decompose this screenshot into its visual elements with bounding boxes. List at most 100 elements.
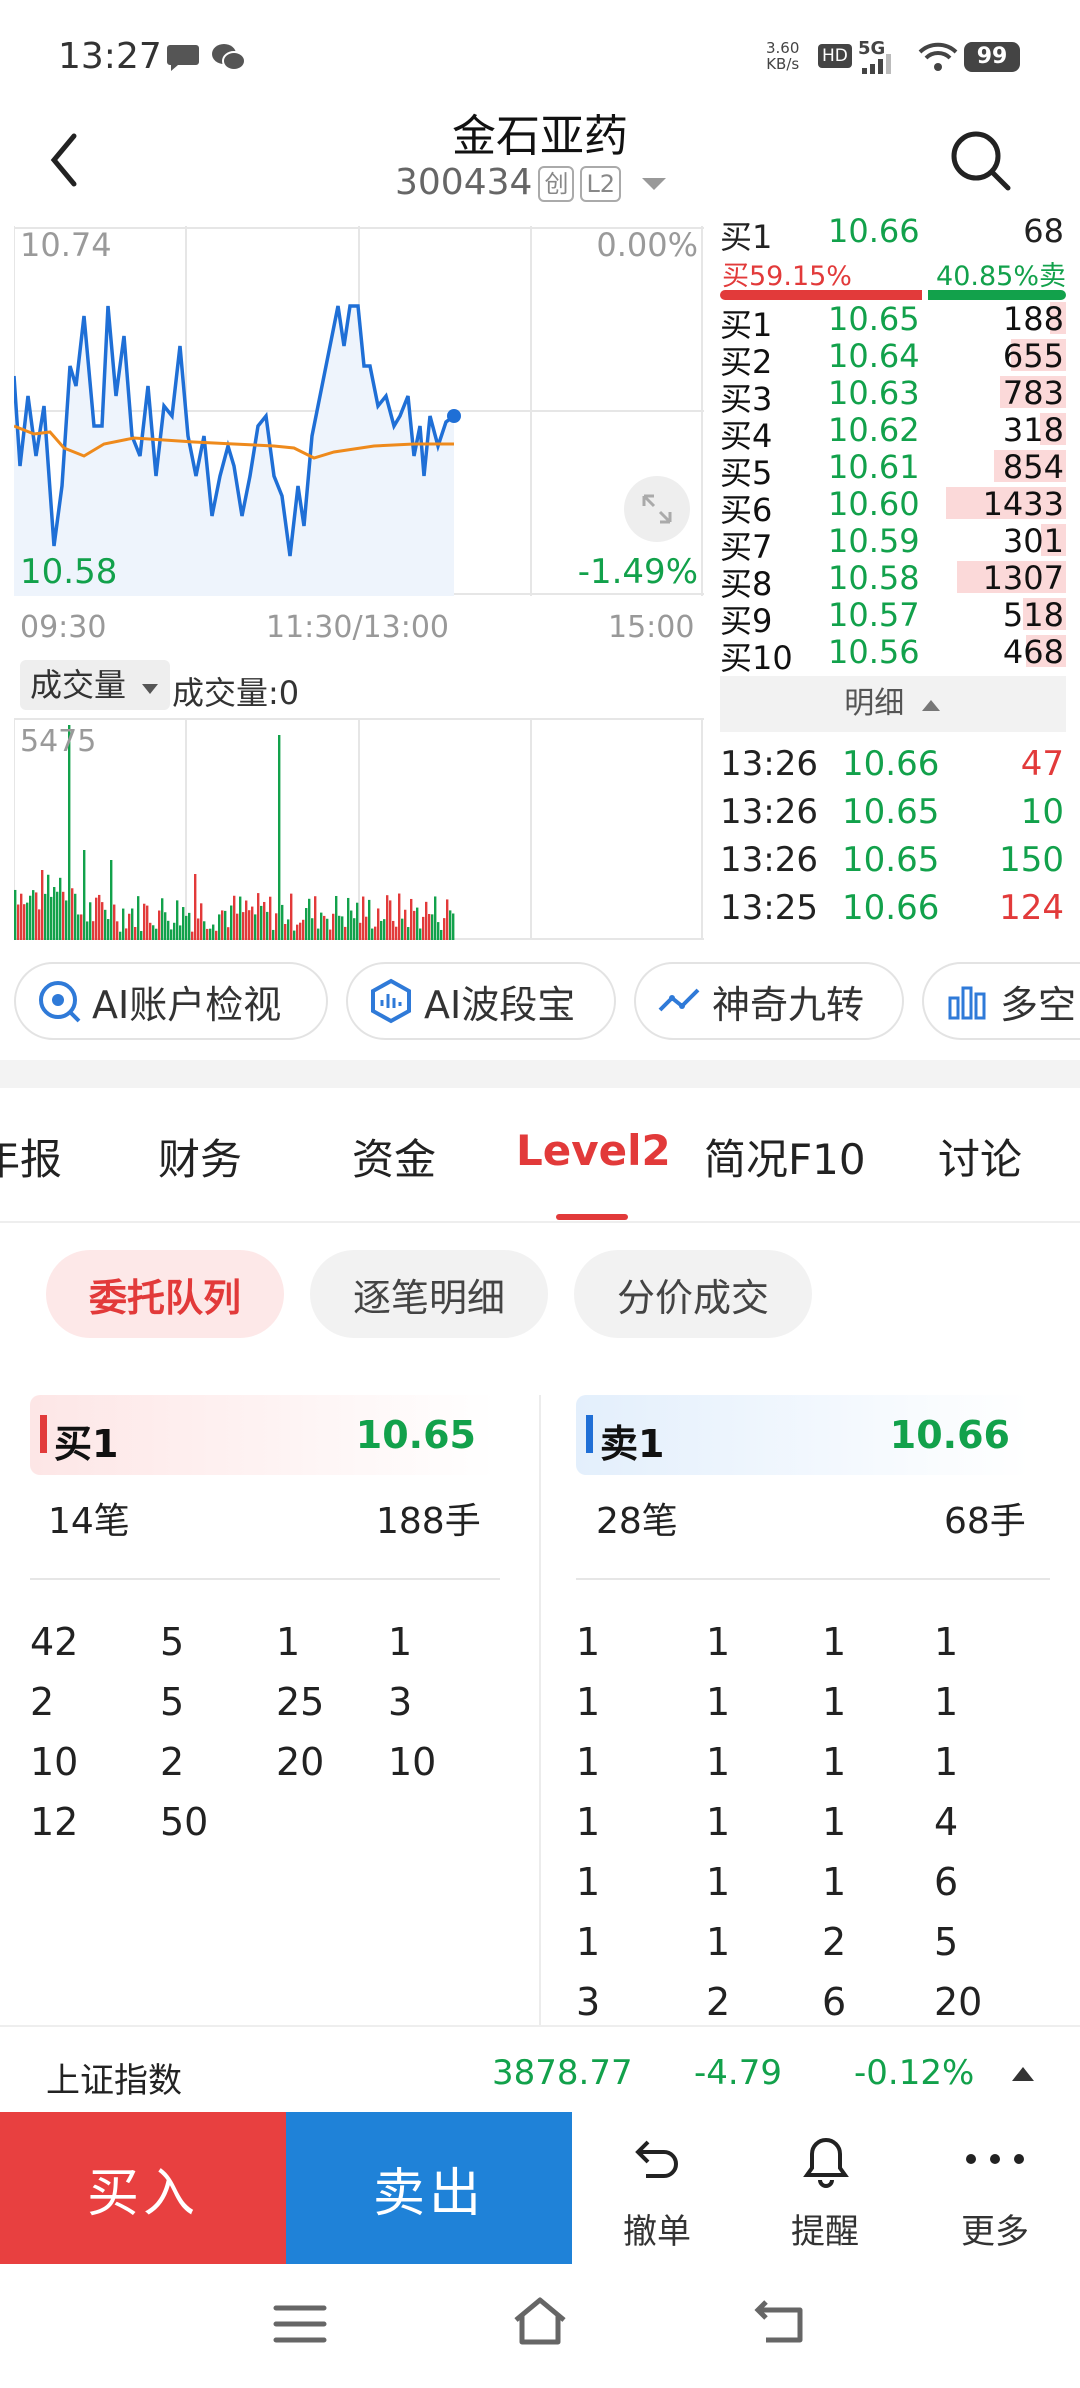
volume-bar: [308, 898, 311, 940]
volume-bar: [452, 913, 455, 940]
intraday-chart[interactable]: 10.74 0.00% 10.58 -1.49%: [12, 226, 704, 596]
tick-row: 13:26 10.66 47: [720, 744, 1068, 788]
buy-divider: [30, 1578, 500, 1580]
tab-capital[interactable]: 资金: [352, 1126, 436, 1187]
alert-button[interactable]: 提醒: [740, 2112, 910, 2264]
queue-order-size: 1: [822, 1740, 847, 1784]
time-mid: 11:30/13:00: [266, 610, 450, 645]
bell-icon: [803, 2137, 849, 2188]
back-nav-icon[interactable]: [752, 2296, 808, 2346]
stock-code-row[interactable]: 300434 创 L2: [395, 162, 669, 203]
depth-level-volume: 1307: [982, 559, 1064, 597]
search-icon[interactable]: [948, 128, 1014, 194]
depth-level-row[interactable]: 买5 10.61 854: [720, 448, 1068, 492]
status-time: 13:27: [58, 36, 162, 77]
queue-order-size: 1: [576, 1740, 601, 1784]
depth-level-row[interactable]: 买10 10.56 468: [720, 633, 1068, 677]
volume-bar: [407, 927, 410, 940]
segment-order-queue[interactable]: 委托队列: [46, 1250, 284, 1338]
volume-bar: [287, 919, 290, 940]
time-start: 09:30: [20, 610, 107, 645]
expand-button[interactable]: [624, 476, 690, 542]
more-icon: [966, 2154, 1024, 2164]
tab-level2[interactable]: Level2: [516, 1126, 671, 1175]
volume-bar: [272, 929, 275, 940]
volume-bar: [56, 891, 59, 940]
tab-annual-report[interactable]: 年报: [0, 1126, 62, 1187]
volume-bar: [191, 931, 194, 940]
volume-bar: [116, 921, 119, 940]
volume-bar: [65, 900, 68, 940]
volume-bar: [98, 894, 101, 940]
volume-bar: [305, 908, 308, 940]
depth-level-row[interactable]: 买9 10.57 518: [720, 596, 1068, 640]
volume-bar: [392, 920, 395, 940]
volume-bar: [389, 900, 392, 940]
tab-f10[interactable]: 简况F10: [704, 1126, 866, 1187]
volume-bar: [446, 899, 449, 940]
tick-list[interactable]: 13:26 10.66 47 13:26 10.65 10 13:26 10.65 150 13:…: [720, 740, 1068, 944]
index-ticker[interactable]: 上证指数 3878.77 -4.79 -0.12%: [0, 2025, 1080, 2113]
depth-level-row[interactable]: 买2 10.64 655: [720, 337, 1068, 381]
chevron-up-icon: [921, 700, 940, 711]
tab-discussion[interactable]: 讨论: [938, 1126, 1022, 1187]
tick-row: 13:26 10.65 150: [720, 840, 1068, 884]
queue-order-size: 1: [706, 1620, 731, 1664]
menu-icon[interactable]: [272, 2302, 328, 2346]
segment-tick-detail[interactable]: 逐笔明细: [310, 1250, 548, 1338]
queue-order-size: 1: [576, 1620, 601, 1664]
ai-account-review-button[interactable]: AI账户检视: [14, 962, 328, 1040]
depth-level-row[interactable]: 买1 10.65 188: [720, 300, 1068, 344]
tick-price: 10.66: [842, 744, 940, 784]
active-tab-indicator: [556, 1214, 628, 1220]
depth-level-row[interactable]: 买8 10.58 1307: [720, 559, 1068, 603]
depth-level-row[interactable]: 买7 10.59 301: [720, 522, 1068, 566]
queue-order-size: 1: [576, 1800, 601, 1844]
long-short-button[interactable]: 多空: [922, 962, 1080, 1040]
depth-level-volume: 188: [1002, 300, 1064, 338]
volume-bar: [335, 895, 338, 940]
queue-order-size: 2: [706, 1980, 731, 2024]
tick-row: 13:26 10.65 10: [720, 792, 1068, 836]
ai-band-button[interactable]: AI波段宝: [346, 962, 616, 1040]
depth-level-volume: 655: [1002, 337, 1064, 375]
volume-indicator-select[interactable]: 成交量: [20, 660, 171, 710]
volume-bar: [50, 896, 53, 940]
queue-order-size: 1: [576, 1860, 601, 1904]
volume-bar: [401, 918, 404, 940]
depth-level-row[interactable]: 买4 10.62 318: [720, 411, 1068, 455]
detail-toggle[interactable]: 明细: [720, 676, 1066, 732]
magic-nine-button[interactable]: 神奇九转: [634, 962, 904, 1040]
depth-level-price: 10.63: [828, 374, 920, 412]
buy-button[interactable]: 买入: [0, 2112, 286, 2264]
depth-level-price: 10.56: [828, 633, 920, 671]
depth-level-row[interactable]: 买6 10.60 1433: [720, 485, 1068, 529]
cancel-order-button[interactable]: 撤单: [572, 2112, 742, 2264]
volume-bar: [29, 895, 32, 940]
depth-level-row[interactable]: 买3 10.63 783: [720, 374, 1068, 418]
sell-button[interactable]: 卖出: [286, 2112, 572, 2264]
volume-bar: [449, 910, 452, 940]
volume-bar: [410, 898, 413, 940]
volume-bar: [44, 893, 47, 940]
segment-price-volume[interactable]: 分价成交: [574, 1250, 812, 1338]
tab-finance[interactable]: 财务: [158, 1126, 242, 1187]
hd-badge: HD: [818, 44, 852, 68]
depth-level-volume: 783: [1002, 374, 1064, 412]
volume-bar: [341, 916, 344, 940]
volume-bar: [248, 910, 251, 940]
volume-bar: [62, 891, 65, 940]
signal-icon: [862, 54, 891, 74]
chevron-up-icon[interactable]: [1010, 2065, 1036, 2083]
home-icon[interactable]: [510, 2294, 570, 2348]
volume-bar: [149, 922, 152, 940]
tick-volume: 124: [999, 888, 1064, 928]
volume-bar: [239, 896, 242, 940]
queue-order-size: 10: [388, 1740, 437, 1784]
volume-bar: [92, 921, 95, 940]
volume-bar: [137, 896, 140, 940]
volume-bar: [434, 896, 437, 940]
queue-order-size: 1: [822, 1620, 847, 1664]
more-button[interactable]: 更多: [910, 2112, 1080, 2264]
volume-bar: [284, 923, 287, 940]
